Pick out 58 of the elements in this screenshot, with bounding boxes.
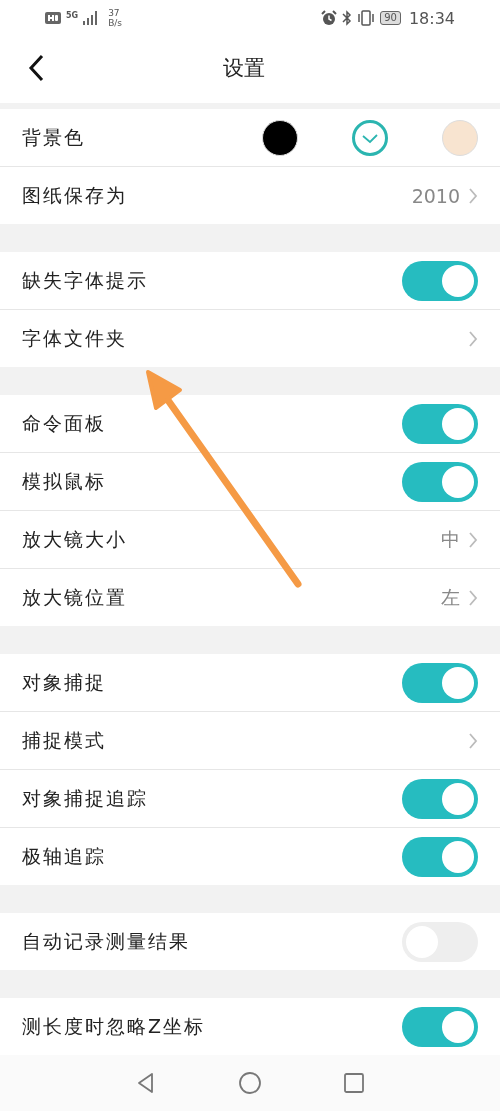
settings-row[interactable]: 捕捉模式 — [0, 712, 500, 770]
settings-row[interactable]: 对象捕捉 — [0, 654, 500, 712]
toggle-switch[interactable] — [402, 403, 478, 444]
clock-time: 18:34 — [408, 8, 455, 28]
row-label: 测长度时忽略Z坐标 — [22, 1013, 206, 1039]
vibrate-icon — [357, 10, 376, 26]
back-icon[interactable] — [28, 54, 44, 82]
row-label: 图纸保存为 — [22, 182, 127, 208]
battery-indicator: 90 — [380, 11, 401, 25]
row-label: 命令面板 — [22, 410, 106, 436]
row-label: 自动记录测量结果 — [22, 928, 190, 954]
row-label: 背景色 — [22, 124, 85, 150]
row-label: 模拟鼠标 — [22, 468, 106, 494]
settings-row[interactable]: 字体文件夹 — [0, 310, 500, 367]
row-label: 放大镜位置 — [22, 584, 127, 610]
settings-row[interactable]: 测长度时忽略Z坐标 — [0, 998, 500, 1055]
settings-row[interactable]: 命令面板 — [0, 395, 500, 453]
row-value: 左 — [441, 584, 460, 610]
bluetooth-icon — [342, 10, 353, 26]
row-label: 缺失字体提示 — [22, 267, 148, 293]
toggle-switch[interactable] — [402, 461, 478, 502]
toggle-switch[interactable] — [402, 260, 478, 301]
chevron-right-icon — [468, 588, 478, 607]
color-swatch[interactable] — [352, 119, 388, 156]
row-value: 中 — [441, 526, 460, 552]
chevron-right-icon — [468, 186, 478, 205]
row-label: 极轴追踪 — [22, 843, 106, 869]
settings-row[interactable]: 模拟鼠标 — [0, 453, 500, 511]
speed-unit: B/s — [108, 18, 123, 28]
row-label: 捕捉模式 — [22, 727, 106, 753]
toggle-switch[interactable] — [402, 778, 478, 819]
toggle-switch[interactable] — [402, 836, 478, 877]
row-label: 放大镜大小 — [22, 526, 127, 552]
chevron-right-icon — [468, 329, 478, 348]
settings-row[interactable]: 自动记录测量结果 — [0, 913, 500, 970]
row-label: 对象捕捉 — [22, 669, 106, 695]
recents-nav-icon[interactable] — [342, 1071, 366, 1095]
settings-row[interactable]: 背景色 — [0, 109, 500, 167]
settings-row[interactable]: 极轴追踪 — [0, 828, 500, 885]
settings-row[interactable]: 放大镜大小 中 — [0, 511, 500, 569]
chevron-right-icon — [468, 530, 478, 549]
settings-row[interactable]: 缺失字体提示 — [0, 252, 500, 310]
row-value: 2010 — [411, 184, 460, 207]
speed-value: 37 — [108, 8, 121, 18]
settings-row[interactable]: 对象捕捉追踪 — [0, 770, 500, 828]
network-type: 5G — [66, 11, 79, 20]
home-nav-icon[interactable] — [238, 1071, 262, 1095]
row-label: 对象捕捉追踪 — [22, 785, 148, 811]
page-title: 设置 — [222, 55, 266, 82]
settings-row[interactable]: 图纸保存为 2010 — [0, 167, 500, 224]
row-label: 字体文件夹 — [22, 325, 127, 351]
hd-badge — [45, 12, 61, 24]
toggle-switch[interactable] — [402, 662, 478, 703]
settings-row[interactable]: 放大镜位置 左 — [0, 569, 500, 626]
chevron-right-icon — [468, 731, 478, 750]
signal-icon — [83, 11, 98, 25]
alarm-icon — [321, 10, 338, 26]
toggle-switch[interactable] — [402, 1006, 478, 1047]
